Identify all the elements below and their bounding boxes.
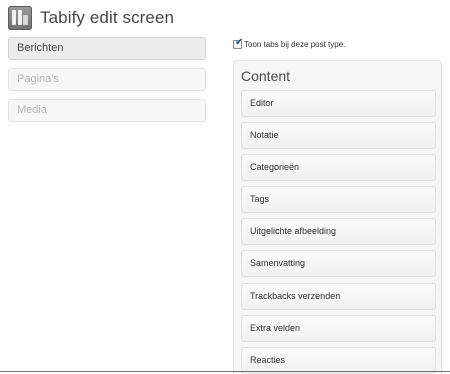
- field-item-editor[interactable]: Editor: [241, 90, 436, 117]
- field-item-uitgelichte-afbeelding[interactable]: Uitgelichte afbeelding: [241, 218, 436, 246]
- tabify-icon: [8, 6, 32, 30]
- post-type-tabs: Berichten Pagina's Media: [8, 37, 206, 130]
- show-tabs-label[interactable]: Toon tabs bij deze post type.: [244, 40, 345, 49]
- field-item-extra-velden[interactable]: Extra velden: [241, 314, 436, 342]
- tabify-settings-page: Tabify edit screen Berichten Pagina's Me…: [0, 0, 450, 374]
- content-tab-panel: Content Editor Notatie Categorieën Tags …: [233, 60, 442, 374]
- field-list: Editor Notatie Categorieën Tags Uitgelic…: [241, 90, 436, 374]
- show-tabs-checkbox[interactable]: ✔: [233, 37, 244, 49]
- tab-paginas[interactable]: Pagina's: [8, 68, 206, 91]
- panel-title: Content: [241, 68, 291, 84]
- tab-berichten[interactable]: Berichten: [8, 37, 206, 60]
- show-tabs-option: ✔ Toon tabs bij deze post type.: [233, 37, 345, 49]
- field-item-tags[interactable]: Tags: [241, 186, 436, 214]
- tab-media[interactable]: Media: [8, 99, 206, 122]
- field-item-categorieen[interactable]: Categorieën: [241, 154, 436, 182]
- page-header: Tabify edit screen: [8, 6, 174, 30]
- field-item-samenvatting[interactable]: Samenvatting: [241, 250, 436, 278]
- field-item-notatie[interactable]: Notatie: [241, 122, 436, 150]
- page-title: Tabify edit screen: [40, 8, 175, 27]
- field-item-reacties[interactable]: Reacties: [241, 346, 436, 374]
- field-item-trackbacks-verzenden[interactable]: Trackbacks verzenden: [241, 282, 436, 310]
- checkmark-icon: ✔: [235, 37, 244, 48]
- bottom-divider: [0, 371, 450, 372]
